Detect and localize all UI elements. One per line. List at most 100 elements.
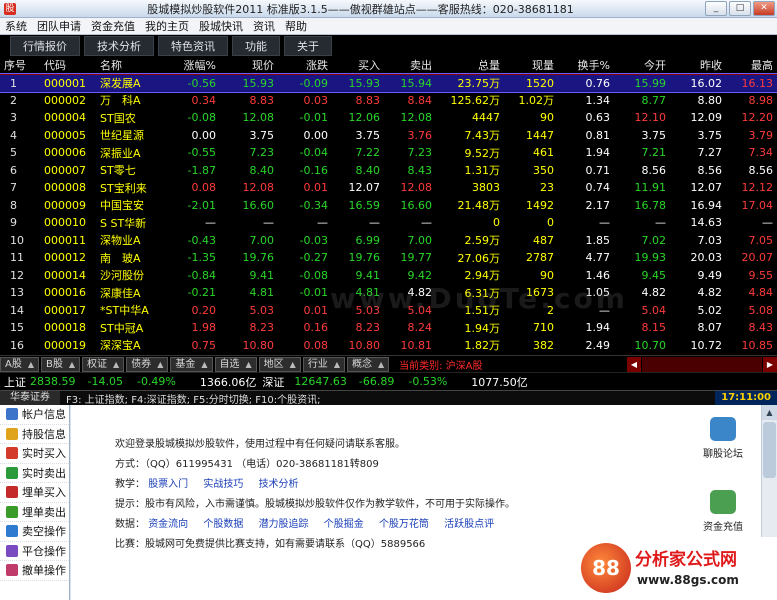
table-row[interactable]: 10 000011 深物业A -0.43 7.00 -0.03 6.99 7.00 2.59万 4… [0, 232, 777, 250]
column-header[interactable]: 现价 [220, 57, 278, 75]
table-row[interactable]: 6 000007 ST零七 -1.87 8.40 -0.16 8.40 8.43 1.31万 35… [0, 162, 777, 180]
cat-tab-bond[interactable]: 债券 ▲ [126, 356, 169, 372]
clock: 17:11:00 [715, 391, 777, 405]
minimize-button[interactable]: _ [705, 1, 727, 16]
title-bar[interactable]: 股 股城模拟炒股软件2011 标准版3.1.5——傲视群雄站点——客服热线：02… [0, 0, 777, 18]
nav-item[interactable]: 实时卖出 [0, 464, 69, 483]
cell-high: 8.98 [748, 93, 774, 107]
tab-functions[interactable]: 功能 [232, 36, 280, 56]
link-stock-kaleidoscope[interactable]: 个股万花筒 [379, 519, 429, 530]
table-row[interactable]: 11 000012 南 玻A -1.35 19.76 -0.27 19.76 19.77 27.… [0, 249, 777, 267]
link-active-stock-review[interactable]: 活跃股点评 [444, 519, 494, 530]
cat-tab-warrant[interactable]: 权证 ▲ [82, 356, 125, 372]
menu-news-flash[interactable]: 股城快讯 [194, 18, 248, 34]
sh-index-amount: 1366.06亿 [199, 375, 257, 389]
cell-vol: 1.31万 [464, 164, 501, 178]
stock-name: 中国宝安 [100, 199, 144, 213]
menu-recharge[interactable]: 资金充值 [86, 18, 140, 34]
scroll-track[interactable] [642, 356, 762, 372]
nav-item[interactable]: 卖空操作 [0, 522, 69, 542]
table-row[interactable]: 8 000009 中国宝安 -2.01 16.60 -0.34 16.59 16.60 21.4… [0, 197, 777, 215]
window-title: 股城模拟炒股软件2011 标准版3.1.5——傲视群雄站点——客服热线：020-… [147, 2, 574, 16]
menu-homepage[interactable]: 我的主页 [140, 18, 194, 34]
column-header[interactable]: 卖出 [384, 57, 436, 75]
cell-ask: 7.23 [407, 146, 433, 160]
menu-system[interactable]: 系统 [0, 18, 32, 34]
cat-tab-concept[interactable]: 概念 ▲ [346, 356, 390, 372]
column-header[interactable]: 换手% [558, 57, 614, 75]
link-stock-data[interactable]: 个股数据 [203, 519, 243, 530]
sz-index-amount: 1077.50亿 [471, 375, 528, 389]
table-row[interactable]: 13 000016 深康佳A -0.21 4.81 -0.01 4.81 4.82 6.31万 1… [0, 284, 777, 302]
scroll-right-icon[interactable]: ▶ [763, 356, 777, 372]
column-header[interactable]: 涨跌 [278, 57, 332, 75]
nav-item[interactable]: 帐户信息 [0, 405, 69, 425]
table-row[interactable]: 9 000010 S ST华新 — — — — — 0 0 — — 14.63 — [0, 214, 777, 232]
column-header[interactable]: 涨幅% [170, 57, 220, 75]
nav-item[interactable]: 埋单卖出 [0, 503, 69, 522]
link-practical-tips[interactable]: 实战技巧 [203, 479, 243, 490]
nav-item[interactable]: 持股信息 [0, 425, 69, 444]
scroll-up-icon[interactable]: ▲ [762, 405, 777, 420]
forum-button[interactable]: 聊股论坛 [688, 417, 758, 460]
cell-open: 11.91 [634, 181, 667, 195]
menu-help[interactable]: 帮助 [280, 18, 312, 34]
table-row[interactable]: 1 000001 深发展A -0.56 15.93 -0.09 15.93 15.94 23.7… [0, 73, 777, 93]
menu-team-apply[interactable]: 团队申请 [32, 18, 86, 34]
column-header[interactable]: 代码 [40, 57, 96, 75]
table-row[interactable]: 14 000017 *ST中华A 0.20 5.03 0.01 5.03 5.04 1.51万 2… [0, 302, 777, 320]
menu-info[interactable]: 资讯 [248, 18, 280, 34]
link-fund-flow[interactable]: 资金流向 [148, 519, 188, 530]
table-row[interactable]: 7 000008 ST宝利来 0.08 12.08 0.01 12.07 12.08 3803 2… [0, 179, 777, 197]
cat-tab-b[interactable]: B股 ▲ [41, 356, 81, 372]
column-header[interactable]: 序号 [0, 57, 40, 75]
column-header[interactable]: 名称 [96, 57, 170, 75]
scroll-left-icon[interactable]: ◀ [627, 356, 641, 372]
horizontal-scrollbar[interactable]: ◀ ▶ [626, 356, 777, 372]
table-row[interactable]: 5 000006 深振业A -0.55 7.23 -0.04 7.22 7.23 9.52万 46… [0, 144, 777, 162]
link-technical-analysis[interactable]: 技术分析 [259, 479, 299, 490]
table-row[interactable]: 15 000018 ST中冠A 1.98 8.23 0.16 8.23 8.24 1.94万 71… [0, 319, 777, 337]
link-stock-intro[interactable]: 股票入门 [148, 479, 188, 490]
tab-quotes[interactable]: 行情报价 [10, 36, 80, 56]
tab-about[interactable]: 关于 [284, 36, 332, 56]
category-tabs: A股 ▲ B股 ▲ 权证 ▲ 债券 ▲ 基金 ▲ 自选 ▲ 地区 ▲ 行业 ▲ 概念 ▲ 当前类别… [0, 355, 777, 372]
link-stock-mining[interactable]: 个股掘金 [324, 519, 364, 530]
column-header[interactable]: 买入 [332, 57, 384, 75]
tab-technical[interactable]: 技术分析 [84, 36, 154, 56]
cat-tab-fund[interactable]: 基金 ▲ [170, 356, 213, 372]
column-header[interactable]: 现量 [504, 57, 558, 75]
nav-item[interactable]: 实时买入 [0, 444, 69, 464]
tab-special-info[interactable]: 特色资讯 [158, 36, 228, 56]
cell-prev: 12.07 [690, 181, 723, 195]
nav-item[interactable]: 平仓操作 [0, 542, 69, 561]
scroll-thumb[interactable] [763, 422, 776, 478]
cell-cur: 487 [533, 233, 554, 247]
table-row[interactable]: 2 000002 万 科A 0.34 8.83 0.03 8.83 8.84 125.62万 1.… [0, 92, 777, 110]
link-potential-stocks[interactable]: 潜力股追踪 [259, 519, 309, 530]
nav-item[interactable]: 埋单买入 [0, 483, 69, 503]
maximize-button[interactable]: □ [729, 1, 751, 16]
column-header[interactable]: 最高 [726, 57, 777, 75]
cell-turn: 1.34 [585, 93, 611, 107]
column-header[interactable]: 今开 [614, 57, 670, 75]
column-header[interactable]: 总量 [436, 57, 504, 75]
cell-turn: 1.94 [585, 321, 611, 335]
stock-name: ST国农 [100, 111, 136, 125]
cat-tab-region[interactable]: 地区 ▲ [258, 356, 301, 372]
table-row[interactable]: 3 000004 ST国农 -0.08 12.08 -0.01 12.06 12.08 4447… [0, 109, 777, 127]
cell-bid: 12.07 [348, 181, 381, 195]
cat-tab-watchlist[interactable]: 自选 ▲ [214, 356, 257, 372]
broker-name[interactable]: 华泰证券 [0, 391, 60, 405]
table-row[interactable]: 12 000014 沙河股份 -0.84 9.41 -0.08 9.41 9.42 2.94万 9… [0, 267, 777, 285]
nav-item[interactable]: 撤单操作 [0, 561, 69, 581]
column-header[interactable]: 昨收 [670, 57, 726, 75]
close-button[interactable]: ✕ [753, 1, 775, 16]
cell-prev: 9.49 [697, 268, 723, 282]
cat-tab-a[interactable]: A股 ▲ [0, 356, 39, 372]
cat-tab-industry[interactable]: 行业 ▲ [302, 356, 345, 372]
table-row[interactable]: 16 000019 深深宝A 0.75 10.80 0.08 10.80 10.81 1.82万… [0, 337, 777, 355]
recharge-button[interactable]: 资金充值 [688, 490, 758, 533]
nav-item-icon [6, 408, 18, 421]
table-row[interactable]: 4 000005 世纪星源 0.00 3.75 0.00 3.75 3.76 7.43万 1447… [0, 127, 777, 145]
